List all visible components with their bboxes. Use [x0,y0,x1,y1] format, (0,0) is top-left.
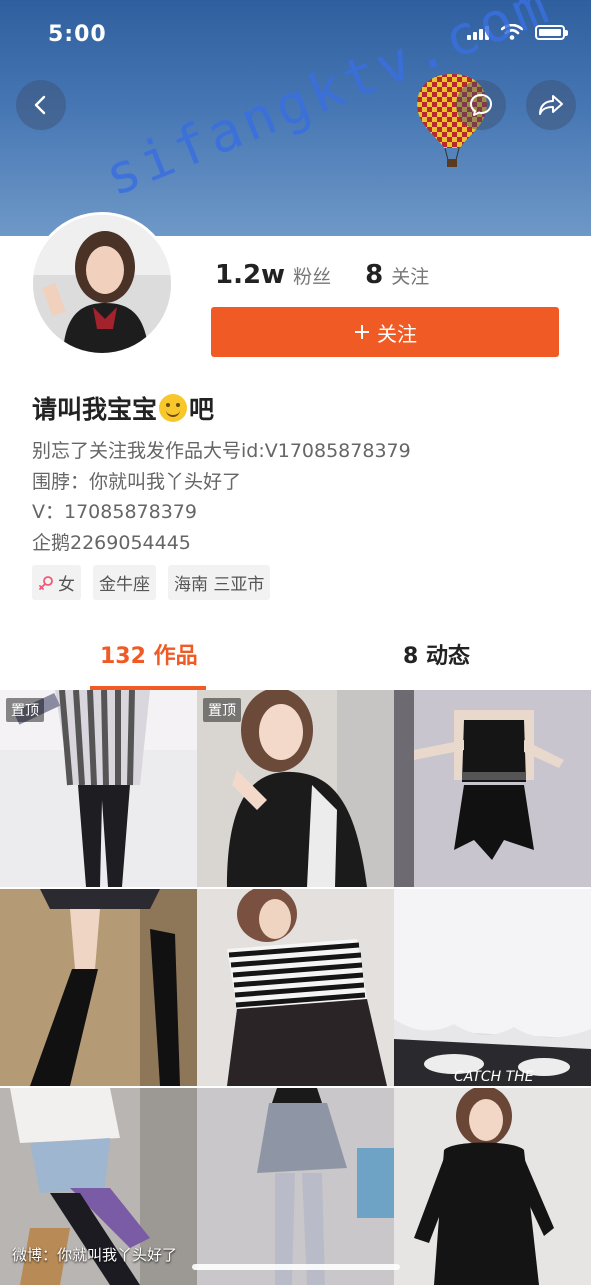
video-thumbnail[interactable]: 置顶 [197,690,394,887]
svg-text:CATCH THE: CATCH THE [454,1069,534,1085]
thumbnail-image [394,1088,591,1285]
follow-button[interactable]: 关注 [211,307,559,357]
works-grid: 置顶 置顶 CATCH THE 微博：你就叫我丫头好了 [0,690,591,1285]
gender-tag: 女 [32,565,81,600]
bio-line: 别忘了关注我发作品大号id:V17085878379 [32,440,411,462]
video-thumbnail[interactable] [197,889,394,1086]
thumbnail-image [197,1088,394,1285]
zodiac-tag: 金牛座 [93,565,156,600]
nickname: 请叫我宝宝 吧 [32,390,214,426]
nickname-text: 请叫我宝宝 [32,395,158,424]
gender-tag-label: 女 [58,575,75,595]
profile-stats: 1.2w 粉丝 8 关注 [215,260,429,290]
thumbnail-image [394,690,591,887]
share-icon [539,95,563,115]
nickname-text-suffix: 吧 [189,395,215,424]
fans-label: 粉丝 [293,266,332,288]
smile-emoji-icon [159,394,188,422]
tab-feed[interactable]: 8 动态 [403,638,470,670]
back-icon [34,95,46,115]
bio-line: 围脖：你就叫我丫头好了 [32,470,242,493]
video-thumbnail[interactable] [394,690,591,887]
back-button[interactable] [16,80,66,130]
location-tag-label: 海南 三亚市 [174,575,265,595]
video-thumbnail[interactable] [197,1088,394,1285]
avatar-photo [33,215,171,353]
tab-works[interactable]: 132 作品 [100,638,198,670]
content-tabs: 132 作品 8 动态 [0,628,591,690]
chat-bubble-icon [470,94,492,116]
following-count[interactable]: 8 [365,260,383,290]
video-caption: 微博：你就叫我丫头好了 [12,1246,178,1264]
share-button[interactable] [526,80,576,130]
pinned-badge: 置顶 [6,698,44,722]
fans-count[interactable]: 1.2w [215,260,285,290]
video-thumbnail[interactable]: 微博：你就叫我丫头好了 [0,1088,197,1285]
video-thumbnail[interactable] [394,1088,591,1285]
bio: 别忘了关注我发作品大号id:V17085878379 围脖：你就叫我丫头好了 V… [32,436,411,558]
thumbnail-image [0,889,197,1086]
video-thumbnail[interactable] [0,889,197,1086]
bio-line: 企鹅2269054445 [32,531,191,554]
pinned-badge: 置顶 [203,698,241,722]
status-time: 5:00 [48,22,107,47]
location-tag: 海南 三亚市 [168,565,271,600]
female-icon [39,575,53,590]
follow-button-label: 关注 [377,321,417,346]
video-thumbnail[interactable]: 置顶 [0,690,197,887]
home-indicator [192,1264,400,1270]
following-label: 关注 [391,266,430,288]
plus-icon [355,325,369,339]
zodiac-tag-label: 金牛座 [99,575,150,595]
bio-line: V：17085878379 [32,501,197,523]
thumbnail-image: CATCH THE [394,889,591,1086]
thumbnail-image [197,889,394,1086]
video-thumbnail[interactable]: CATCH THE [394,889,591,1086]
avatar[interactable] [30,212,174,356]
message-button[interactable] [456,80,506,130]
profile-tags: 女 金牛座 海南 三亚市 [32,565,271,600]
